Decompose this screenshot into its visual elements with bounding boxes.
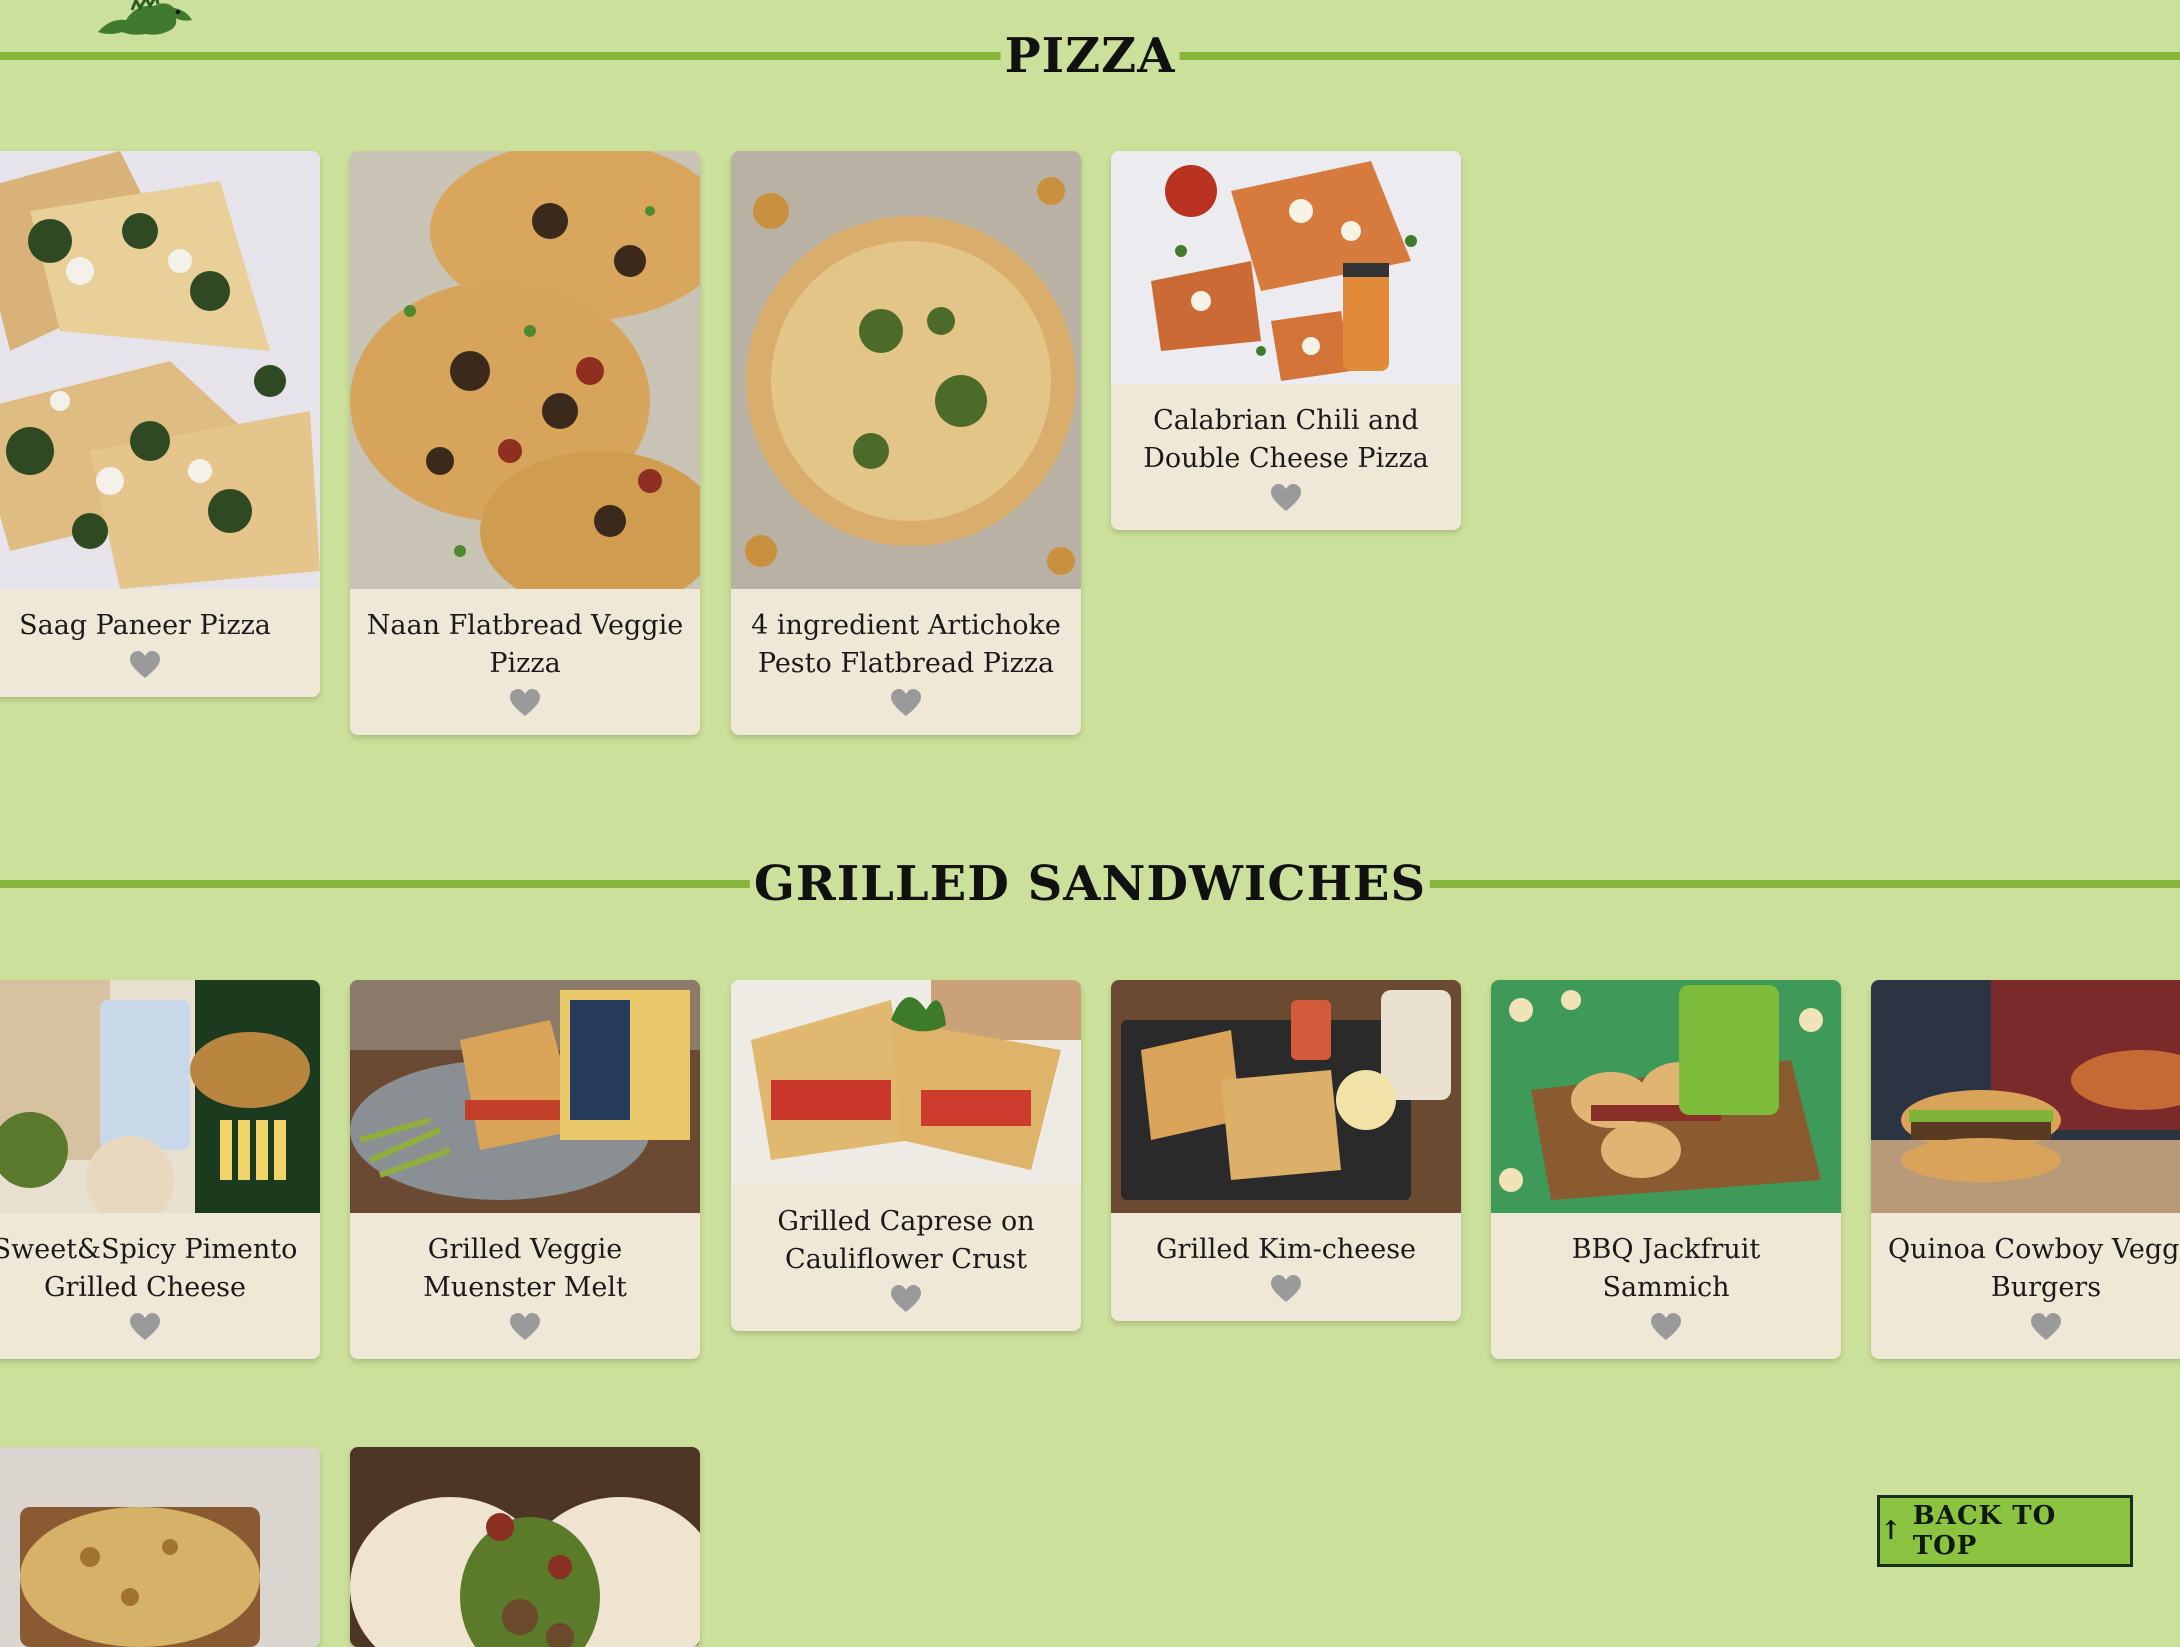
recipe-card[interactable]: BBQ Jackfruit Sammich	[1491, 980, 1841, 1359]
recipe-title[interactable]: Naan Flatbread Veggie Pizza	[350, 589, 700, 683]
heart-icon[interactable]	[1651, 1313, 1681, 1341]
heart-icon[interactable]	[1271, 484, 1301, 512]
recipe-card[interactable]: Saag Paneer Pizza	[0, 151, 320, 697]
section-title-grilled-sandwiches: GRILLED SANDWICHES	[749, 856, 1431, 912]
recipe-title[interactable]: Sweet&Spicy Pimento Grilled Cheese	[0, 1213, 320, 1307]
recipe-card[interactable]: Naan Flatbread Veggie Pizza	[350, 151, 700, 735]
grilled-sandwiches-section-header: GRILLED SANDWICHES	[0, 844, 2180, 924]
recipe-card[interactable]	[0, 1447, 320, 1647]
back-to-top-button[interactable]: ↑ BACK TO TOP	[1877, 1495, 2133, 1567]
recipe-image[interactable]	[0, 980, 320, 1213]
recipe-title[interactable]: 4 ingredient Artichoke Pesto Flatbread P…	[731, 589, 1081, 683]
recipe-image[interactable]	[731, 980, 1081, 1185]
recipe-card[interactable]: Grilled Kim-cheese	[1111, 980, 1461, 1321]
heart-icon[interactable]	[130, 651, 160, 679]
recipe-image[interactable]	[1871, 980, 2180, 1213]
back-to-top-label: BACK TO TOP	[1912, 1501, 2057, 1561]
recipe-card[interactable]: 4 ingredient Artichoke Pesto Flatbread P…	[731, 151, 1081, 735]
recipe-card[interactable]	[350, 1447, 700, 1647]
recipe-image[interactable]	[350, 980, 700, 1213]
recipe-image[interactable]	[350, 1447, 700, 1647]
pizza-section-header: PIZZA	[0, 16, 2180, 96]
recipe-image[interactable]	[0, 151, 320, 589]
heart-icon[interactable]	[130, 1313, 160, 1341]
recipe-card[interactable]: Grilled Caprese on Cauliflower Crust	[731, 980, 1081, 1331]
recipe-image[interactable]	[1111, 980, 1461, 1213]
recipe-title[interactable]: Quinoa Cowboy Veggie Burgers	[1871, 1213, 2180, 1307]
recipe-card[interactable]: Quinoa Cowboy Veggie Burgers	[1871, 980, 2180, 1359]
recipe-title[interactable]: Saag Paneer Pizza	[0, 589, 320, 645]
recipe-image[interactable]	[731, 151, 1081, 589]
recipe-title[interactable]: Grilled Veggie Muenster Melt	[350, 1213, 700, 1307]
heart-icon[interactable]	[2031, 1313, 2061, 1341]
recipe-image[interactable]	[0, 1447, 320, 1647]
arrow-up-icon: ↑	[1880, 1516, 1903, 1546]
heart-icon[interactable]	[891, 1285, 921, 1313]
heart-icon[interactable]	[891, 689, 921, 717]
recipe-card[interactable]: Sweet&Spicy Pimento Grilled Cheese	[0, 980, 320, 1359]
recipe-image[interactable]	[1111, 151, 1461, 384]
recipe-title[interactable]: Grilled Caprese on Cauliflower Crust	[731, 1185, 1081, 1279]
recipe-image[interactable]	[350, 151, 700, 589]
recipe-card[interactable]: Grilled Veggie Muenster Melt	[350, 980, 700, 1359]
heart-icon[interactable]	[1271, 1275, 1301, 1303]
recipe-title[interactable]: Calabrian Chili and Double Cheese Pizza	[1111, 384, 1461, 478]
heart-icon[interactable]	[510, 689, 540, 717]
recipe-title[interactable]: Grilled Kim-cheese	[1111, 1213, 1461, 1269]
section-title-pizza: PIZZA	[1000, 28, 1180, 84]
recipe-card[interactable]: Calabrian Chili and Double Cheese Pizza	[1111, 151, 1461, 530]
heart-icon[interactable]	[510, 1313, 540, 1341]
recipe-title[interactable]: BBQ Jackfruit Sammich	[1491, 1213, 1841, 1307]
recipe-image[interactable]	[1491, 980, 1841, 1213]
